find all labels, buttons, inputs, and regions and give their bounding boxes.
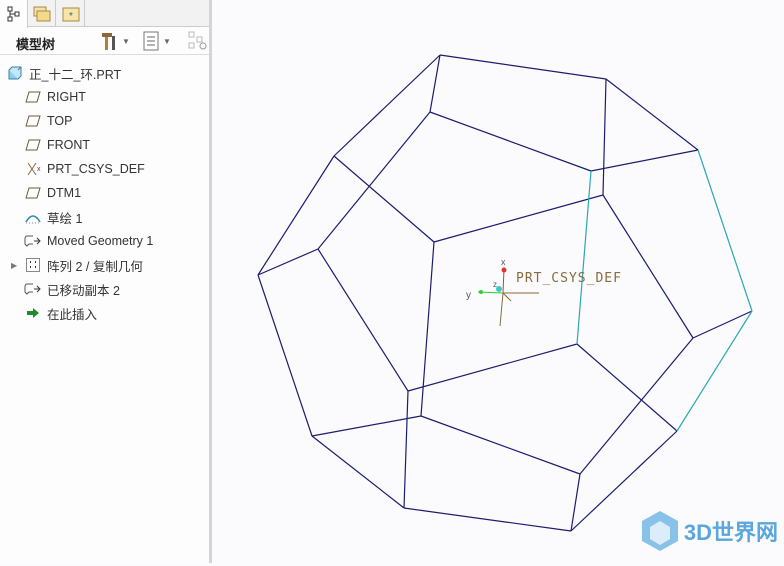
tree-item-label: 在此插入 xyxy=(47,307,98,322)
svg-text:x: x xyxy=(37,166,41,173)
panel-title: 模型树 xyxy=(16,37,56,52)
settings-dropdown[interactable]: ▼ xyxy=(100,31,130,51)
highlighted-edge xyxy=(576,170,592,345)
dodecahedron-wireframe: x y z xyxy=(257,54,753,532)
tree-item-label: 阵列 2 / 复制几何 xyxy=(47,259,143,274)
tree-item-label: 草绘 1 xyxy=(47,211,83,226)
watermark-cube-icon xyxy=(641,511,678,551)
pattern-icon xyxy=(24,257,42,273)
tab-folder-browser[interactable] xyxy=(28,0,56,27)
graphics-viewport[interactable]: x y z PRT_CSYS_DEF 3D世界网 xyxy=(215,0,784,563)
model-edge xyxy=(439,54,607,80)
model-edge xyxy=(403,507,572,532)
model-edge xyxy=(605,78,699,151)
model-edge xyxy=(311,415,422,437)
csys-label: PRT_CSYS_DEF xyxy=(516,271,622,286)
model-tree-icon xyxy=(7,6,19,22)
tree-item[interactable]: Moved Geometry 1 xyxy=(24,230,234,252)
tree-item[interactable]: x PRT_CSYS_DEF xyxy=(24,158,234,180)
highlighted-edge xyxy=(676,310,753,432)
model-edge xyxy=(420,241,435,417)
model-tree-toolbar: 模型树 ▼ ▼ xyxy=(0,27,209,55)
tree-item[interactable]: RIGHT xyxy=(24,86,234,108)
tab-favorites[interactable]: * xyxy=(57,0,85,27)
model-edge xyxy=(333,54,441,157)
datum-plane-icon xyxy=(24,113,42,129)
model-edge xyxy=(420,415,581,475)
tree-root-label: 正_十二_环.PRT xyxy=(29,67,122,82)
csys-glyph: x y z xyxy=(466,257,539,327)
folder-browser-icon xyxy=(33,6,50,21)
model-edge xyxy=(590,149,699,172)
chevron-down-icon: ▼ xyxy=(163,36,171,46)
model-edge xyxy=(579,337,694,475)
sketch-icon xyxy=(24,209,42,225)
tree-item[interactable]: DTM1 xyxy=(24,182,234,204)
tree-root[interactable]: 正_十二_环.PRT xyxy=(6,62,216,84)
model-edge xyxy=(570,473,581,532)
part-icon xyxy=(6,65,24,81)
svg-text:y: y xyxy=(466,290,471,301)
navigator-tabs: * xyxy=(0,0,209,28)
datum-plane-icon xyxy=(24,89,42,105)
datum-plane-icon xyxy=(24,137,42,153)
datum-plane-icon xyxy=(24,185,42,201)
moved-geometry-icon xyxy=(24,233,42,249)
tree-item-label: DTM1 xyxy=(47,186,82,200)
model-tree-panel: * 模型树 ▼ ▼ 正_十二_环.PRT RIGHT TOP FRONT x PRT_C… xyxy=(0,0,212,563)
svg-text:*: * xyxy=(69,11,73,22)
model-edge xyxy=(317,111,431,250)
tree-item-label: 已移动副本 2 xyxy=(47,283,120,298)
settings-tools-icon xyxy=(102,33,115,50)
tree-item-label: PRT_CSYS_DEF xyxy=(47,162,145,176)
model-edge xyxy=(403,390,409,509)
model-edge xyxy=(407,343,578,392)
favorites-folder-icon: * xyxy=(62,7,79,22)
tree-item[interactable]: ▶ 阵列 2 / 复制几何 xyxy=(11,254,234,276)
tree-item[interactable]: TOP xyxy=(24,110,234,132)
tab-model-tree[interactable] xyxy=(0,0,28,28)
chevron-down-icon: ▼ xyxy=(122,36,130,46)
tree-item[interactable]: 已移动副本 2 xyxy=(24,278,234,300)
model-edge xyxy=(311,435,405,509)
watermark-text: 3D世界网 xyxy=(683,520,778,545)
model-edge xyxy=(602,78,607,196)
model-edge xyxy=(429,111,592,172)
model-edge xyxy=(602,194,694,339)
watermark-logo: 3D世界网 xyxy=(640,509,778,553)
tree-item[interactable]: 草绘 1 xyxy=(24,206,234,228)
tree-item-label: FRONT xyxy=(47,138,91,152)
expand-arrow-icon[interactable]: ▶ xyxy=(11,261,17,270)
highlighted-edge xyxy=(697,149,753,312)
show-list-icon xyxy=(143,31,159,51)
moved-geometry-icon xyxy=(24,281,42,297)
tree-filter-icon xyxy=(188,31,207,50)
show-dropdown[interactable]: ▼ xyxy=(143,31,171,51)
svg-text:z: z xyxy=(493,280,497,289)
insert-here-arrow-icon xyxy=(24,305,42,321)
tree-item-label: RIGHT xyxy=(47,90,86,104)
model-edge xyxy=(433,194,604,243)
coordinate-system-icon: x xyxy=(24,161,42,177)
model-edge xyxy=(257,274,313,437)
tree-item-label: TOP xyxy=(47,114,73,128)
tree-item[interactable]: FRONT xyxy=(24,134,234,156)
model-edge xyxy=(317,248,409,392)
svg-text:x: x xyxy=(501,257,506,267)
tree-item-label: Moved Geometry 1 xyxy=(47,234,154,248)
tree-filter-button[interactable] xyxy=(188,31,208,51)
tree-item[interactable]: 在此插入 xyxy=(24,302,234,324)
